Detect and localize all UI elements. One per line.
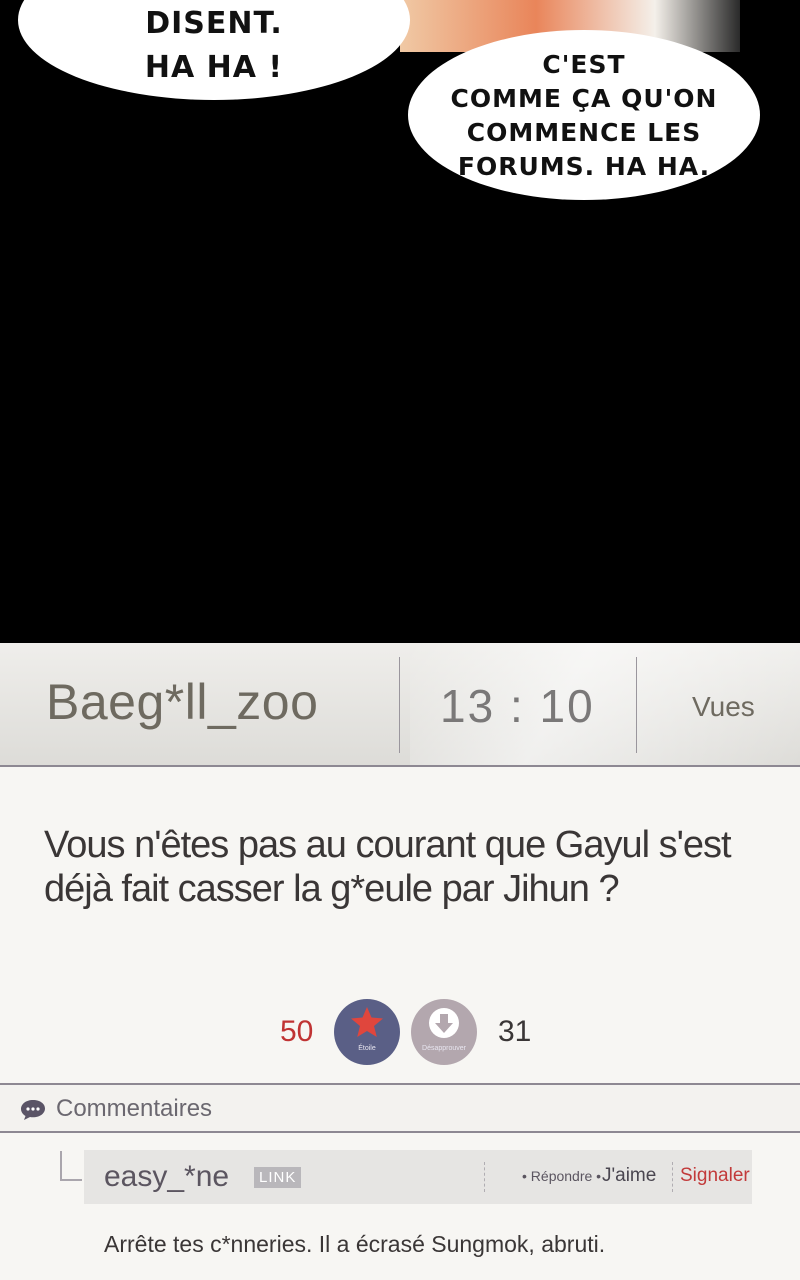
dislike-button[interactable]: Désapprouver — [411, 999, 477, 1065]
speech-line: COMME ÇA QU'ON — [450, 84, 718, 113]
forum-post-card: Baeg*ll_zoo 13 : 10 Vues Vous n'êtes pas… — [0, 643, 800, 1280]
dislike-count: 31 — [498, 1015, 532, 1048]
dislike-label: Désapprouver — [422, 1045, 466, 1052]
comic-panel: DISENT. HA HA ! C'EST COMME ÇA QU'ON COM… — [0, 0, 800, 643]
comment-divider — [672, 1162, 674, 1192]
reply-button[interactable]: • Répondre • — [522, 1168, 601, 1184]
speech-line: COMMENCE LES — [466, 118, 702, 147]
post-body: Vous n'êtes pas au courant que Gayul s'e… — [44, 824, 732, 910]
reply-indent-icon — [60, 1151, 82, 1181]
comments-title: Commentaires — [56, 1095, 213, 1122]
comment-author[interactable]: easy_*ne — [104, 1160, 229, 1194]
report-button[interactable]: Signaler — [680, 1165, 750, 1187]
post-header: Baeg*ll_zoo 13 : 10 Vues — [0, 643, 800, 767]
speech-line: FORUMS. HA HA. — [457, 152, 711, 181]
comment-header: easy_*ne LINK • Répondre • J'aime Signal… — [84, 1150, 752, 1204]
speech-line: HA HA ! — [144, 50, 284, 85]
star-label: Étoile — [358, 1045, 376, 1052]
down-arrow-icon — [429, 1008, 459, 1038]
views-label: Vues — [692, 691, 755, 722]
speech-line: C'EST — [542, 50, 626, 79]
star-icon — [351, 1007, 383, 1037]
speech-bubble: C'EST COMME ÇA QU'ON COMMENCE LES FORUMS… — [408, 30, 760, 200]
comments-header: Commentaires — [0, 1083, 800, 1133]
comment-bubble-icon — [21, 1100, 45, 1120]
header-divider — [399, 657, 400, 753]
post-time: 13 : 10 — [440, 680, 595, 732]
post-author[interactable]: Baeg*ll_zoo — [46, 673, 318, 731]
header-divider — [636, 657, 637, 753]
link-badge: LINK — [254, 1167, 302, 1188]
like-button[interactable]: J'aime — [602, 1165, 656, 1187]
comment-text: Arrête tes c*nneries. Il a écrasé Sungmo… — [104, 1231, 606, 1257]
star-count: 50 — [280, 1015, 314, 1048]
vote-bar: 50 Étoile Désapprouver 31 — [0, 999, 800, 1069]
speech-line: DISENT. — [145, 6, 283, 41]
comment-divider — [484, 1162, 486, 1192]
speech-bubble: DISENT. HA HA ! — [18, 0, 410, 100]
star-button[interactable]: Étoile — [334, 999, 400, 1065]
